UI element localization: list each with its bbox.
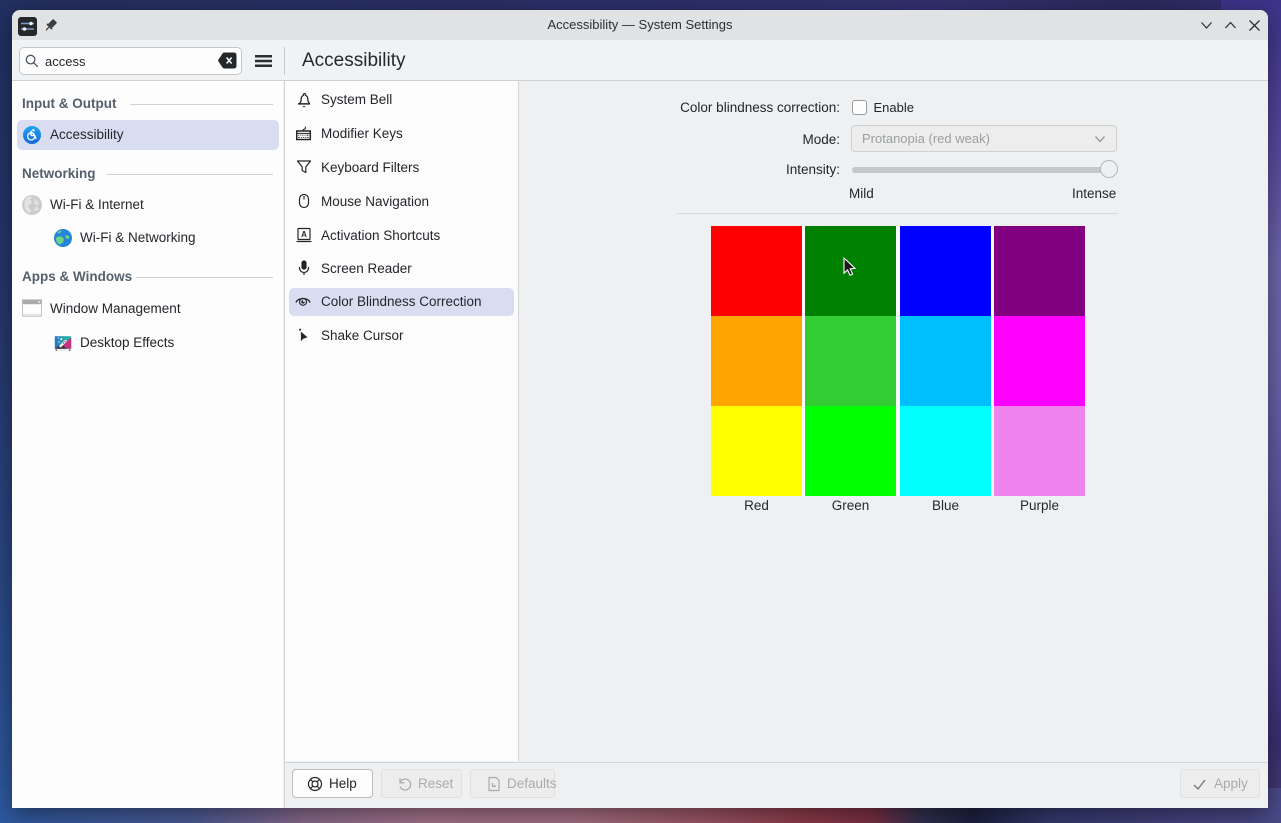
svg-text:A: A xyxy=(301,230,307,239)
